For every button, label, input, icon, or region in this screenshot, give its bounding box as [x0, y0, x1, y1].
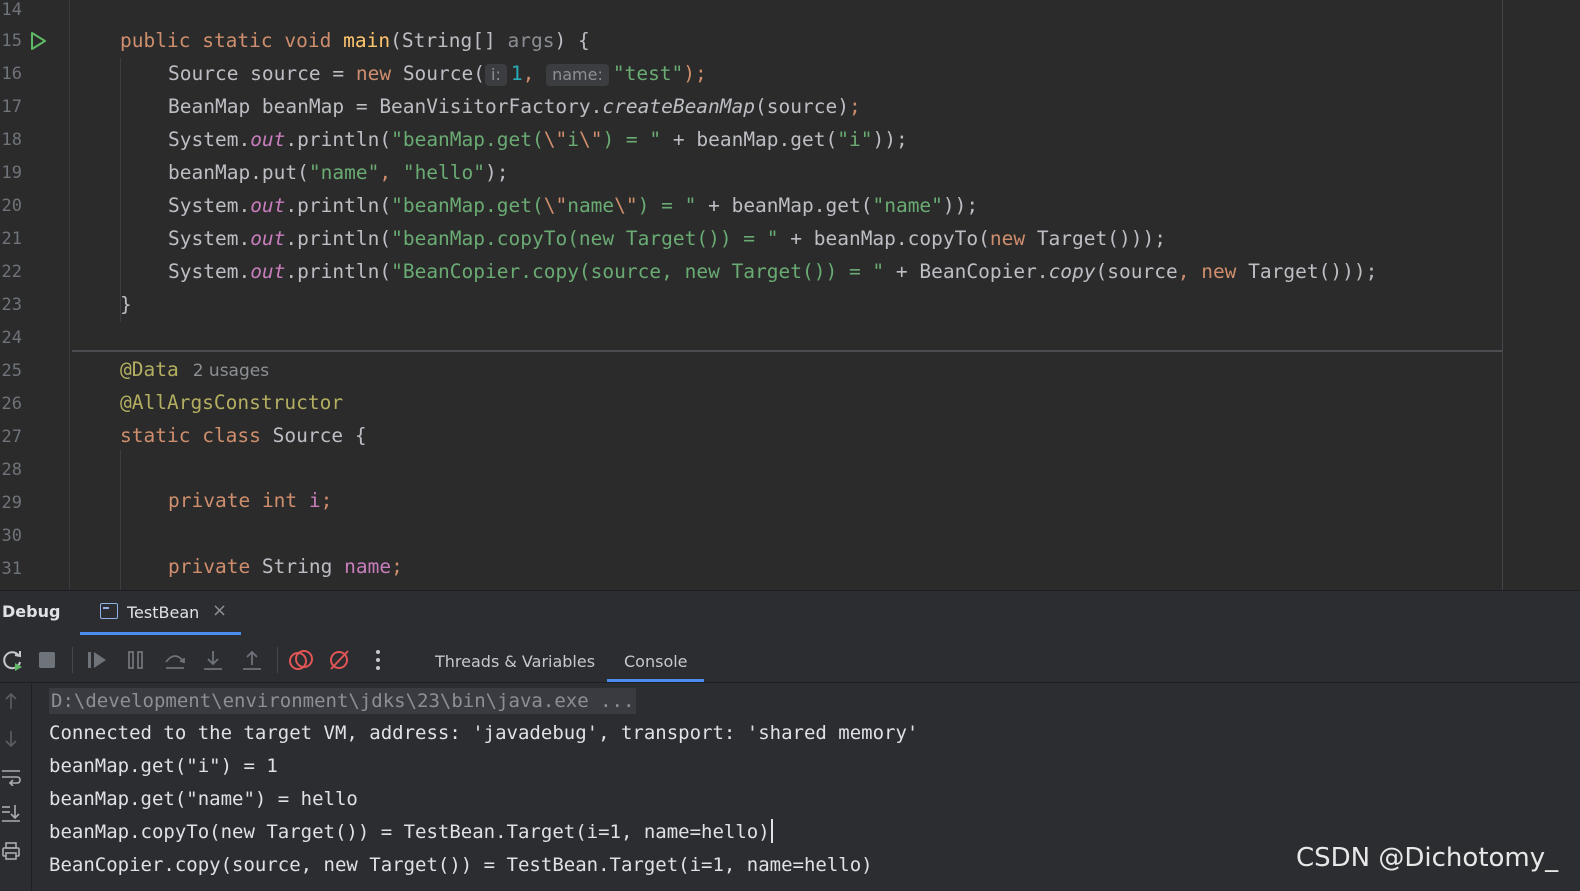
line-number: 26: [1, 394, 22, 414]
code-line-27: static class Source {: [120, 424, 367, 447]
print-icon[interactable]: [0, 840, 22, 862]
scroll-up-icon[interactable]: [0, 690, 22, 712]
scroll-to-end-icon[interactable]: [0, 802, 22, 824]
line-number: 24: [1, 328, 22, 348]
line-number: 31: [1, 559, 22, 579]
parameter-hint: name:: [546, 64, 609, 86]
console-line: beanMap.get("i") = 1: [49, 755, 278, 777]
debug-toolbar: Threads & Variables Console: [0, 637, 1580, 683]
code-line-19: beanMap.put("name", "hello");: [168, 161, 509, 184]
toolbar-separator: [72, 647, 73, 673]
stop-icon[interactable]: [34, 647, 60, 673]
more-icon[interactable]: [365, 647, 391, 673]
line-number: 15: [1, 31, 22, 51]
code-line-25: @Data 2 usages: [120, 358, 270, 381]
code-line-26: @AllArgsConstructor: [120, 391, 344, 414]
tab-label: TestBean: [127, 603, 200, 622]
line-number: 20: [1, 196, 22, 216]
line-number: 17: [1, 97, 22, 117]
parameter-hint: i:: [485, 64, 507, 86]
line-number: 27: [1, 427, 22, 447]
code-line-16: Source source = new Source(i: 1, name: "te…: [168, 62, 707, 86]
console-line-text: beanMap.copyTo(new Target()) = TestBean.…: [49, 821, 770, 843]
line-number: 19: [1, 163, 22, 183]
line-number: 25: [1, 361, 22, 381]
line-number-gutter[interactable]: 14 15 16 17 18 19 20 21 22 23 24 25 26 2…: [0, 0, 70, 590]
scroll-down-icon[interactable]: [0, 728, 22, 750]
line-number: 28: [1, 460, 22, 480]
step-out-icon[interactable]: [239, 647, 265, 673]
line-number: 29: [1, 493, 22, 513]
tab-threads-variables[interactable]: Threads & Variables: [435, 652, 595, 671]
right-margin-guide: [1502, 0, 1503, 590]
text-caret: [770, 819, 773, 843]
step-into-icon[interactable]: [200, 647, 226, 673]
active-tab-indicator: [80, 632, 241, 635]
code-line-22: System.out.println("BeanCopier.copy(sour…: [168, 260, 1378, 283]
run-config-icon: [100, 603, 118, 619]
code-line-20: System.out.println("beanMap.get(\"name\"…: [168, 194, 979, 217]
mute-breakpoints-icon[interactable]: [326, 647, 352, 673]
resume-icon[interactable]: [84, 647, 110, 673]
rerun-icon[interactable]: [0, 647, 26, 673]
step-over-icon[interactable]: [162, 647, 188, 673]
console-line: beanMap.get("name") = hello: [49, 788, 358, 810]
debug-tool-window: Debug TestBean × Threads & Variables Con…: [0, 590, 1580, 891]
code-line-15: public static void main(String[] args) {: [120, 29, 590, 52]
method-separator: [72, 350, 1502, 352]
console-command-line[interactable]: D:\development\environment\jdks\23\bin\j…: [49, 688, 637, 714]
code-line-21: System.out.println("beanMap.copyTo(new T…: [168, 227, 1166, 250]
code-editor[interactable]: 14 15 16 17 18 19 20 21 22 23 24 25 26 2…: [0, 0, 1580, 590]
run-gutter-icon[interactable]: [28, 31, 48, 51]
active-tab-indicator: [607, 679, 704, 682]
tab-console[interactable]: Console: [624, 652, 688, 671]
watermark: CSDN @Dichotomy_: [1296, 843, 1559, 873]
indent-guide: [120, 58, 121, 322]
indent-guide: [120, 450, 121, 590]
code-line-23: }: [120, 293, 132, 316]
console-side-toolbar: [0, 684, 32, 891]
console-line: beanMap.copyTo(new Target()) = TestBean.…: [49, 816, 773, 849]
view-breakpoints-icon[interactable]: [288, 647, 314, 673]
console-line: BeanCopier.copy(source, new Target()) = …: [49, 854, 873, 876]
soft-wrap-icon[interactable]: [0, 766, 22, 788]
line-number: 22: [1, 262, 22, 282]
debug-header: Debug TestBean ×: [0, 591, 1580, 635]
debug-title: Debug: [2, 602, 61, 621]
pause-icon[interactable]: [123, 647, 149, 673]
usages-hint[interactable]: 2 usages: [193, 361, 269, 381]
code-area[interactable]: public static void main(String[] args) {…: [72, 0, 1502, 590]
code-line-18: System.out.println("beanMap.get(\"i\") =…: [168, 128, 908, 151]
toolbar-separator: [277, 647, 278, 673]
console-line: Connected to the target VM, address: 'ja…: [49, 722, 919, 744]
line-number: 14: [1, 0, 22, 20]
tab-testbean[interactable]: TestBean ×: [80, 591, 241, 635]
line-number: 30: [1, 526, 22, 546]
code-line-31: private String name;: [168, 555, 403, 578]
code-line-17: BeanMap beanMap = BeanVisitorFactory.cre…: [168, 95, 861, 118]
line-number: 18: [1, 130, 22, 150]
close-icon[interactable]: ×: [212, 600, 227, 621]
code-line-29: private int i;: [168, 489, 333, 512]
line-number: 16: [1, 64, 22, 84]
line-number: 21: [1, 229, 22, 249]
line-number: 23: [1, 295, 22, 315]
